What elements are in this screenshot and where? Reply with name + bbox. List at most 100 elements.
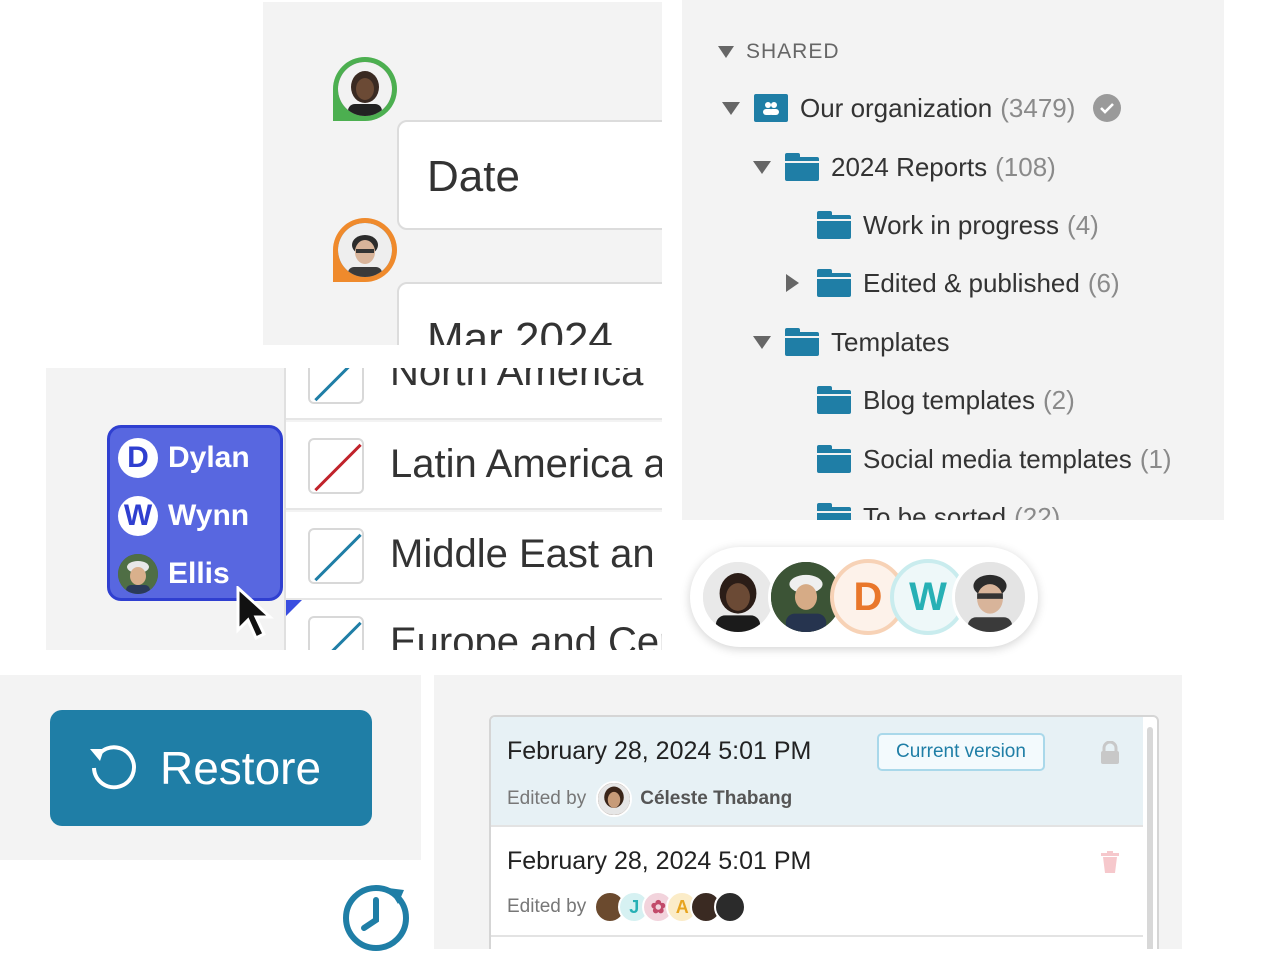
avatar: W [118,496,158,536]
current-version-badge: Current version [877,733,1045,771]
region-label: Europe and Cer [390,620,662,650]
tree-item-count: (2) [1042,384,1075,415]
assignee-name: Wynn [168,499,250,532]
avatar [714,891,747,923]
date-value: Mar 2024 [427,314,613,345]
history-clock-icon[interactable] [338,880,414,959]
restore-icon [90,745,136,790]
folder-tree-panel: SHARED Our organization (3479) 2024 Repo… [682,0,1224,520]
chevron-down-icon [753,160,771,174]
version-editor-line: Edited by J ✿ A [507,891,747,923]
tree-item-edited-published[interactable]: Edited & published (6) [786,263,1120,303]
region-label: Latin America a [390,442,662,486]
restore-panel: Restore [0,675,421,860]
assignee-tooltip: D Dylan W Wynn Ellis [107,425,283,601]
avatar [596,781,633,817]
tree-item-to-be-sorted[interactable]: To be sorted (22) [817,497,1060,520]
tree-item-blog-templates[interactable]: Blog templates (2) [817,380,1075,420]
editor-name: Céleste Thabang [640,788,793,809]
line-swatch-stroke [314,533,362,582]
assignee-name: Ellis [168,557,230,590]
restore-button[interactable]: Restore [50,710,372,826]
trash-icon[interactable] [1101,851,1119,878]
chevron-right-icon [786,274,799,292]
table-row[interactable]: Middle East an [286,512,662,600]
section-shared[interactable]: SHARED [718,32,840,72]
table-row[interactable]: Latin America a [286,422,662,510]
date-label: Date [427,152,520,201]
restore-label: Restore [160,742,322,794]
avatar: D [118,438,158,478]
line-swatch-stroke [314,443,362,492]
folder-icon [817,503,851,520]
tree-item-label: 2024 Reports [831,151,988,182]
tree-item-2024-reports[interactable]: 2024 Reports (108) [753,147,1056,187]
avatar [338,62,392,116]
assignee-name: Dylan [168,441,250,474]
assignee-wynn[interactable]: W Wynn [118,496,249,536]
mouse-cursor-icon [236,584,274,647]
regions-panel: North America Latin America a Middle Eas… [46,368,662,650]
edited-by-label: Edited by [507,788,587,809]
cell-corner-marker [286,600,302,616]
avatar [118,554,158,594]
tree-item-count: (6) [1087,267,1120,298]
assignee-ellis[interactable]: Ellis [118,554,230,594]
avatar [338,223,392,277]
section-label: SHARED [746,40,840,63]
avatar[interactable] [952,559,1028,635]
line-color-swatch[interactable] [308,616,364,650]
tree-item-label: Work in progress [863,209,1060,240]
tree-item-count: (22) [1014,501,1061,521]
form-panel: Date Mar 2024 [263,2,662,345]
folder-icon [817,445,851,473]
verified-check-icon [1093,94,1122,122]
tree-item-work-in-progress[interactable]: Work in progress (4) [817,205,1099,245]
chevron-down-icon [753,335,771,349]
folder-icon [817,386,851,414]
line-color-swatch[interactable] [308,368,364,404]
line-color-swatch[interactable] [308,438,364,494]
line-swatch-stroke [314,621,362,650]
version-item[interactable]: February 28, 2024 5:01 PM Edited by J ✿ … [491,827,1143,937]
chevron-down-icon [722,101,740,115]
tree-item-count: (4) [1067,209,1099,240]
line-color-swatch[interactable] [308,528,364,584]
tree-item-count: (1) [1139,443,1172,474]
avatar[interactable] [700,559,776,635]
collaborators-avatar-group[interactable]: D W [690,547,1038,647]
version-timestamp: February 28, 2024 5:01 PM [507,737,812,765]
tree-item-label: Templates [831,326,950,357]
folder-icon [817,269,851,297]
tree-item-label: Edited & published [863,267,1080,298]
scrollbar[interactable] [1147,727,1153,949]
region-label: Middle East an [390,532,655,576]
date-field[interactable]: Date [397,120,662,230]
tree-item-label: Blog templates [863,384,1035,415]
region-label: North America [390,368,644,394]
folder-icon [785,328,819,356]
version-editor-line: Edited by Céleste Thabang [507,781,792,817]
avatar-pin-orange[interactable] [333,218,397,282]
version-timestamp: February 28, 2024 5:01 PM [507,847,812,875]
assignee-dylan[interactable]: D Dylan [118,438,250,478]
table-row[interactable]: Europe and Cer [286,600,662,650]
edited-by-label: Edited by [507,896,587,917]
version-list: February 28, 2024 5:01 PM Current versio… [489,715,1159,949]
tree-item-templates[interactable]: Templates [753,322,950,362]
avatar-pin-green[interactable] [333,57,397,121]
tree-item-our-organization[interactable]: Our organization (3479) [722,88,1122,128]
version-item[interactable]: February 28, 2024 5:01 PM Current versio… [491,717,1143,827]
tree-item-label: Our organization [800,92,993,123]
lock-icon [1099,740,1121,770]
tree-item-count: (3479) [1000,92,1076,123]
date-value-field[interactable]: Mar 2024 [397,282,662,345]
folder-icon [785,153,819,181]
tree-item-social-media-templates[interactable]: Social media templates (1) [817,439,1172,479]
version-history-panel: February 28, 2024 5:01 PM Current versio… [434,675,1182,949]
line-swatch-stroke [314,368,362,402]
tree-item-label: Social media templates [863,443,1132,474]
table-row[interactable]: North America [286,368,662,420]
tree-item-count: (108) [995,151,1056,182]
shared-folder-icon [754,94,788,122]
